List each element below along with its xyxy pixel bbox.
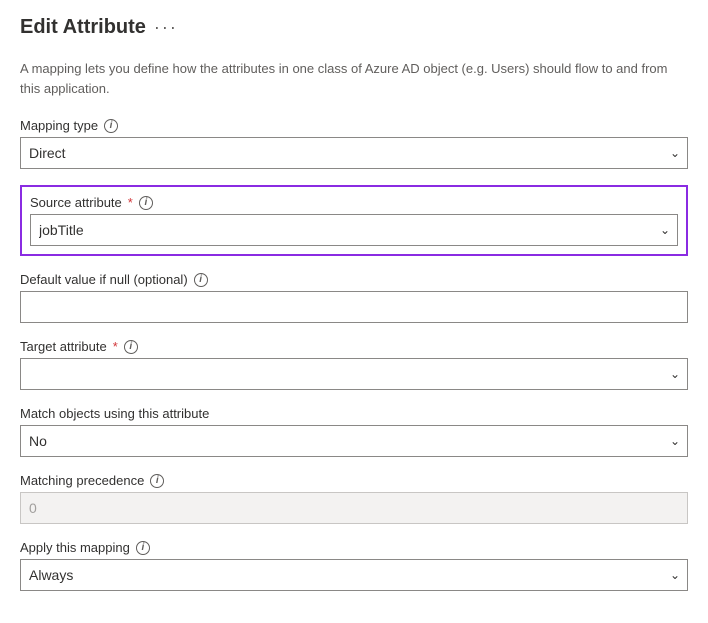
mapping-type-label: Mapping type i (20, 118, 688, 133)
target-attribute-label: Target attribute * i (20, 339, 688, 354)
match-objects-group: Match objects using this attribute No Ye… (20, 406, 688, 457)
mapping-type-select[interactable]: Direct Expression Constant (20, 137, 688, 169)
apply-mapping-label: Apply this mapping i (20, 540, 688, 555)
page-description: A mapping lets you define how the attrib… (20, 59, 688, 98)
mapping-type-select-wrapper: Direct Expression Constant ⌄ (20, 137, 688, 169)
matching-precedence-label: Matching precedence i (20, 473, 688, 488)
apply-mapping-group: Apply this mapping i Always Only during … (20, 540, 688, 591)
matching-precedence-input (20, 492, 688, 524)
target-attribute-info-icon[interactable]: i (124, 340, 138, 354)
source-attribute-select-wrapper: jobTitle displayName mail userPrincipalN… (30, 214, 678, 246)
source-attribute-required: * (128, 195, 133, 210)
more-options-button[interactable]: ··· (154, 17, 178, 38)
mapping-type-group: Mapping type i Direct Expression Constan… (20, 118, 688, 169)
default-value-input[interactable] (20, 291, 688, 323)
target-attribute-select[interactable] (20, 358, 688, 390)
target-attribute-required: * (113, 339, 118, 354)
mapping-type-info-icon[interactable]: i (104, 119, 118, 133)
target-attribute-group: Target attribute * i ⌄ (20, 339, 688, 390)
default-value-group: Default value if null (optional) i (20, 272, 688, 323)
apply-mapping-info-icon[interactable]: i (136, 541, 150, 555)
source-attribute-label: Source attribute * i (30, 195, 678, 210)
page-header: Edit Attribute ··· (20, 16, 688, 39)
source-attribute-group: Source attribute * i jobTitle displayNam… (20, 185, 688, 256)
apply-mapping-select[interactable]: Always Only during object creation Only … (20, 559, 688, 591)
match-objects-select-wrapper: No Yes ⌄ (20, 425, 688, 457)
match-objects-select[interactable]: No Yes (20, 425, 688, 457)
match-objects-label: Match objects using this attribute (20, 406, 688, 421)
apply-mapping-select-wrapper: Always Only during object creation Only … (20, 559, 688, 591)
matching-precedence-group: Matching precedence i (20, 473, 688, 524)
source-attribute-info-icon[interactable]: i (139, 196, 153, 210)
page-title: Edit Attribute (20, 16, 146, 39)
matching-precedence-info-icon[interactable]: i (150, 474, 164, 488)
target-attribute-select-wrapper: ⌄ (20, 358, 688, 390)
default-value-label: Default value if null (optional) i (20, 272, 688, 287)
source-attribute-select[interactable]: jobTitle displayName mail userPrincipalN… (30, 214, 678, 246)
default-value-info-icon[interactable]: i (194, 273, 208, 287)
